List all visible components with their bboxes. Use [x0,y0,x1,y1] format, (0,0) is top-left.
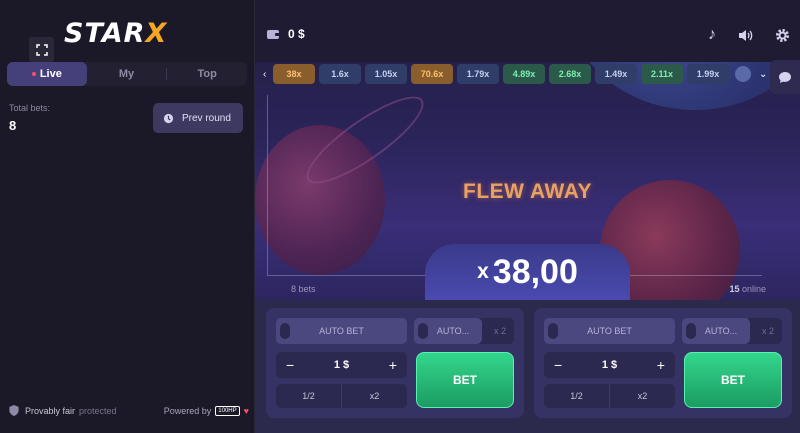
history-chip: 4.89x [503,64,545,84]
chat-icon [779,71,791,83]
bets-tabs: Live My Top [7,62,247,86]
auto-cashout-label: AUTO... [436,326,470,336]
toggle-switch[interactable] [280,323,290,339]
tab-my[interactable]: My [87,62,167,86]
auto-cashout-value[interactable]: x 2 [762,326,774,336]
auto-bet-label: AUTO BET [319,326,364,336]
plus-button[interactable]: + [657,357,665,373]
provider-logo: 100HP [215,405,240,416]
total-bets-value: 8 [9,118,17,133]
total-bets-label: Total bets: [9,103,51,113]
logo: STARX [64,18,168,49]
history-chip: 1.49x [595,64,637,84]
powered-by: Powered by 100HP ♥ [163,405,249,416]
chat-button[interactable] [770,60,800,94]
auto-cashout-value[interactable]: x 2 [494,326,506,336]
toggle-switch[interactable] [686,323,696,339]
sidebar-footer: Provably fair protected Powered by 100HP… [9,405,249,416]
multiplier-value: 38,00 [492,252,578,291]
top-actions: ♪ [708,26,790,44]
game-area: 0 $ ♪ ‹ 38x 1.6x 1.05x 70.6x 1.79x 4.89x… [255,0,800,300]
minus-button[interactable]: − [286,357,294,373]
music-icon[interactable]: ♪ [708,26,716,44]
chevron-down-icon[interactable]: ⌄ [759,69,767,80]
volume-icon[interactable] [738,29,753,42]
balance-value: 0 $ [288,27,305,41]
online-count: 15 online [729,284,766,294]
provably-fair-link[interactable]: Provably fair [25,406,75,416]
double-button[interactable]: x2 [342,384,407,408]
toggle-switch[interactable] [418,323,428,339]
bet-amount-input[interactable]: 1 $ [602,359,617,371]
toggle-switch[interactable] [548,323,558,339]
wallet-icon [267,29,280,39]
history-chip: 1.05x [365,64,407,84]
prev-round-button[interactable]: Prev round [153,103,243,133]
multiplier-display: x 38,00 [425,244,630,300]
quick-amount-buttons: 1/2 x2 [276,384,407,408]
gear-icon[interactable] [775,28,790,43]
history-chip: 38x [273,64,315,84]
half-button[interactable]: 1/2 [276,384,341,408]
history-chip: 1.6x [319,64,361,84]
quick-amount-buttons: 1/2 x2 [544,384,675,408]
shield-icon [9,405,19,416]
bet-button[interactable]: BET [684,352,782,408]
minus-button[interactable]: − [554,357,562,373]
chevron-left-icon[interactable]: ‹ [263,69,267,80]
bet-panel-1: AUTO BET AUTO... x 2 − 1 $ + 1/2 x2 BET [266,308,524,418]
auto-cashout-label: AUTO... [704,326,738,336]
bet-panel-2: AUTO BET AUTO... x 2 − 1 $ + 1/2 x2 BET [534,308,792,418]
history-chip: 2.68x [549,64,591,84]
auto-bet-label: AUTO BET [587,326,632,336]
fullscreen-icon[interactable] [29,37,54,62]
history-chip: 70.6x [411,64,453,84]
balance: 0 $ [267,27,305,41]
history-chip: 1.79x [457,64,499,84]
heart-icon: ♥ [243,405,249,416]
bet-amount-stepper: − 1 $ + [544,352,675,378]
auto-cashout[interactable]: AUTO... x 2 [682,318,782,344]
multiplier-prefix: x [477,260,489,283]
powered-by-label: Powered by [163,405,212,416]
sidebar: STARX Live My Top Total bets: 8 Prev rou… [0,0,255,433]
history-chip: 1.99x [687,64,729,84]
double-button[interactable]: x2 [610,384,675,408]
bet-controls: AUTO BET AUTO... x 2 − 1 $ + 1/2 x2 BET … [255,300,800,433]
history-chip: 2.11x [641,64,683,84]
auto-bet-toggle[interactable]: AUTO BET [276,318,407,344]
multiplier-history: ‹ 38x 1.6x 1.05x 70.6x 1.79x 4.89x 2.68x… [263,64,767,84]
app-root: STARX Live My Top Total bets: 8 Prev rou… [0,0,800,433]
bet-button[interactable]: BET [416,352,514,408]
protected-label: protected [79,405,117,416]
history-clock-icon[interactable] [735,66,751,82]
tab-top[interactable]: Top [167,62,247,86]
round-status: FLEW AWAY [463,180,592,203]
bet-amount-input[interactable]: 1 $ [334,359,349,371]
auto-cashout[interactable]: AUTO... x 2 [414,318,514,344]
half-button[interactable]: 1/2 [544,384,609,408]
plus-button[interactable]: + [389,357,397,373]
tab-live[interactable]: Live [7,62,87,86]
bet-amount-stepper: − 1 $ + [276,352,407,378]
top-bar: 0 $ ♪ [255,0,800,62]
clock-icon [163,113,174,123]
auto-bet-toggle[interactable]: AUTO BET [544,318,675,344]
bets-count: 8 bets [291,284,316,294]
prev-round-label: Prev round [182,112,231,124]
